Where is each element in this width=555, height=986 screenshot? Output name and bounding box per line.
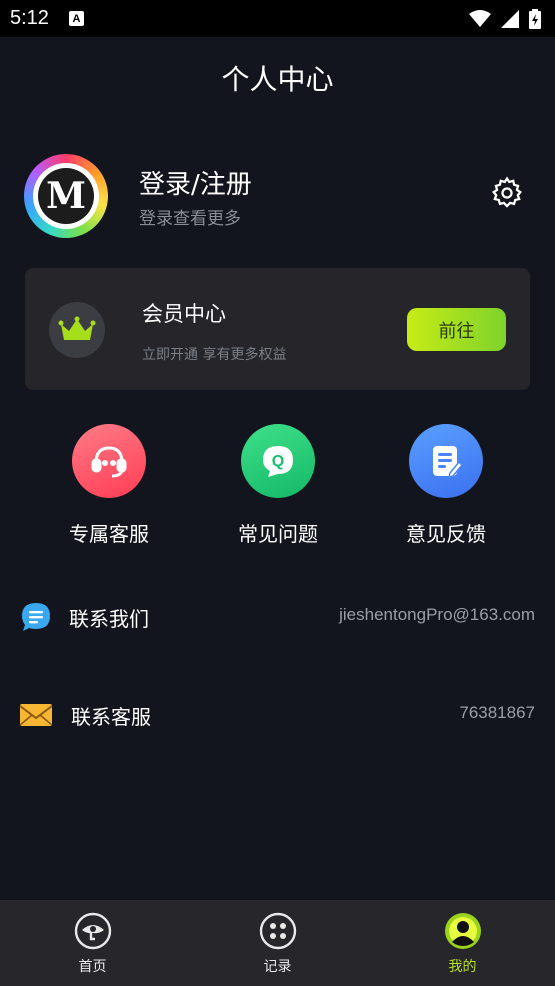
mail-icon bbox=[19, 704, 53, 726]
person-icon bbox=[444, 913, 481, 949]
grid-icon bbox=[259, 912, 296, 950]
contact-us-label: 联系我们 bbox=[69, 607, 149, 631]
tab-records[interactable]: 记录 bbox=[185, 900, 370, 986]
shortcut-feedback[interactable]: 意见反馈 bbox=[376, 424, 516, 547]
profile-section[interactable]: M 登录/注册 登录查看更多 bbox=[24, 154, 532, 238]
page-title: 个人中心 bbox=[221, 63, 334, 96]
shortcut-customer-service[interactable]: 专属客服 bbox=[39, 424, 179, 547]
tab-label: 首页 bbox=[78, 959, 107, 975]
vip-card[interactable]: 会员中心 立即开通 享有更多权益 前往 bbox=[25, 268, 530, 390]
shortcut-label: 专属客服 bbox=[69, 522, 149, 546]
bottom-tabbar: 首页 记录 我的 bbox=[0, 900, 555, 986]
status-icons bbox=[469, 8, 541, 29]
shortcut-faq[interactable]: Q 常见问题 bbox=[208, 424, 348, 547]
customer-service-row[interactable]: 联系客服 76381867 bbox=[0, 694, 555, 738]
login-register-link[interactable]: 登录/注册 bbox=[139, 164, 252, 201]
customer-service-number: 76381867 bbox=[459, 703, 535, 722]
crown-badge bbox=[49, 302, 105, 358]
wifi-icon bbox=[469, 9, 491, 27]
vip-go-button[interactable]: 前往 bbox=[407, 308, 506, 351]
battery-icon bbox=[529, 8, 541, 29]
tab-mine[interactable]: 我的 bbox=[370, 900, 555, 986]
login-subtitle: 登录查看更多 bbox=[139, 209, 241, 229]
settings-gear-icon[interactable] bbox=[490, 176, 524, 210]
chat-icon bbox=[22, 603, 50, 631]
status-time: 5:12 bbox=[10, 7, 49, 29]
status-bar: 5:12 A bbox=[0, 0, 555, 37]
tab-home[interactable]: 首页 bbox=[0, 900, 185, 986]
contact-us-email: jieshentongPro@163.com bbox=[339, 605, 535, 624]
shortcut-label: 常见问题 bbox=[238, 522, 318, 546]
headset-icon bbox=[72, 424, 146, 498]
faq-icon: Q bbox=[241, 424, 315, 498]
shortcut-grid: 专属客服 Q 常见问题 意见反馈 bbox=[0, 424, 555, 554]
tab-label: 我的 bbox=[448, 959, 477, 975]
home-eye-icon bbox=[74, 912, 111, 950]
notification-icon: A bbox=[68, 11, 84, 26]
svg-text:Q: Q bbox=[272, 453, 284, 470]
contact-us-row[interactable]: 联系我们 jieshentongPro@163.com bbox=[0, 596, 555, 640]
vip-subtitle: 立即开通 享有更多权益 bbox=[142, 347, 287, 363]
shortcut-label: 意见反馈 bbox=[406, 522, 486, 546]
customer-service-label: 联系客服 bbox=[71, 705, 151, 729]
feedback-icon bbox=[409, 424, 483, 498]
signal-icon bbox=[501, 9, 519, 28]
crown-icon bbox=[58, 316, 96, 340]
avatar-letter: M bbox=[38, 168, 94, 224]
vip-title: 会员中心 bbox=[142, 302, 226, 326]
tab-label: 记录 bbox=[263, 959, 292, 975]
avatar[interactable]: M bbox=[24, 154, 108, 238]
